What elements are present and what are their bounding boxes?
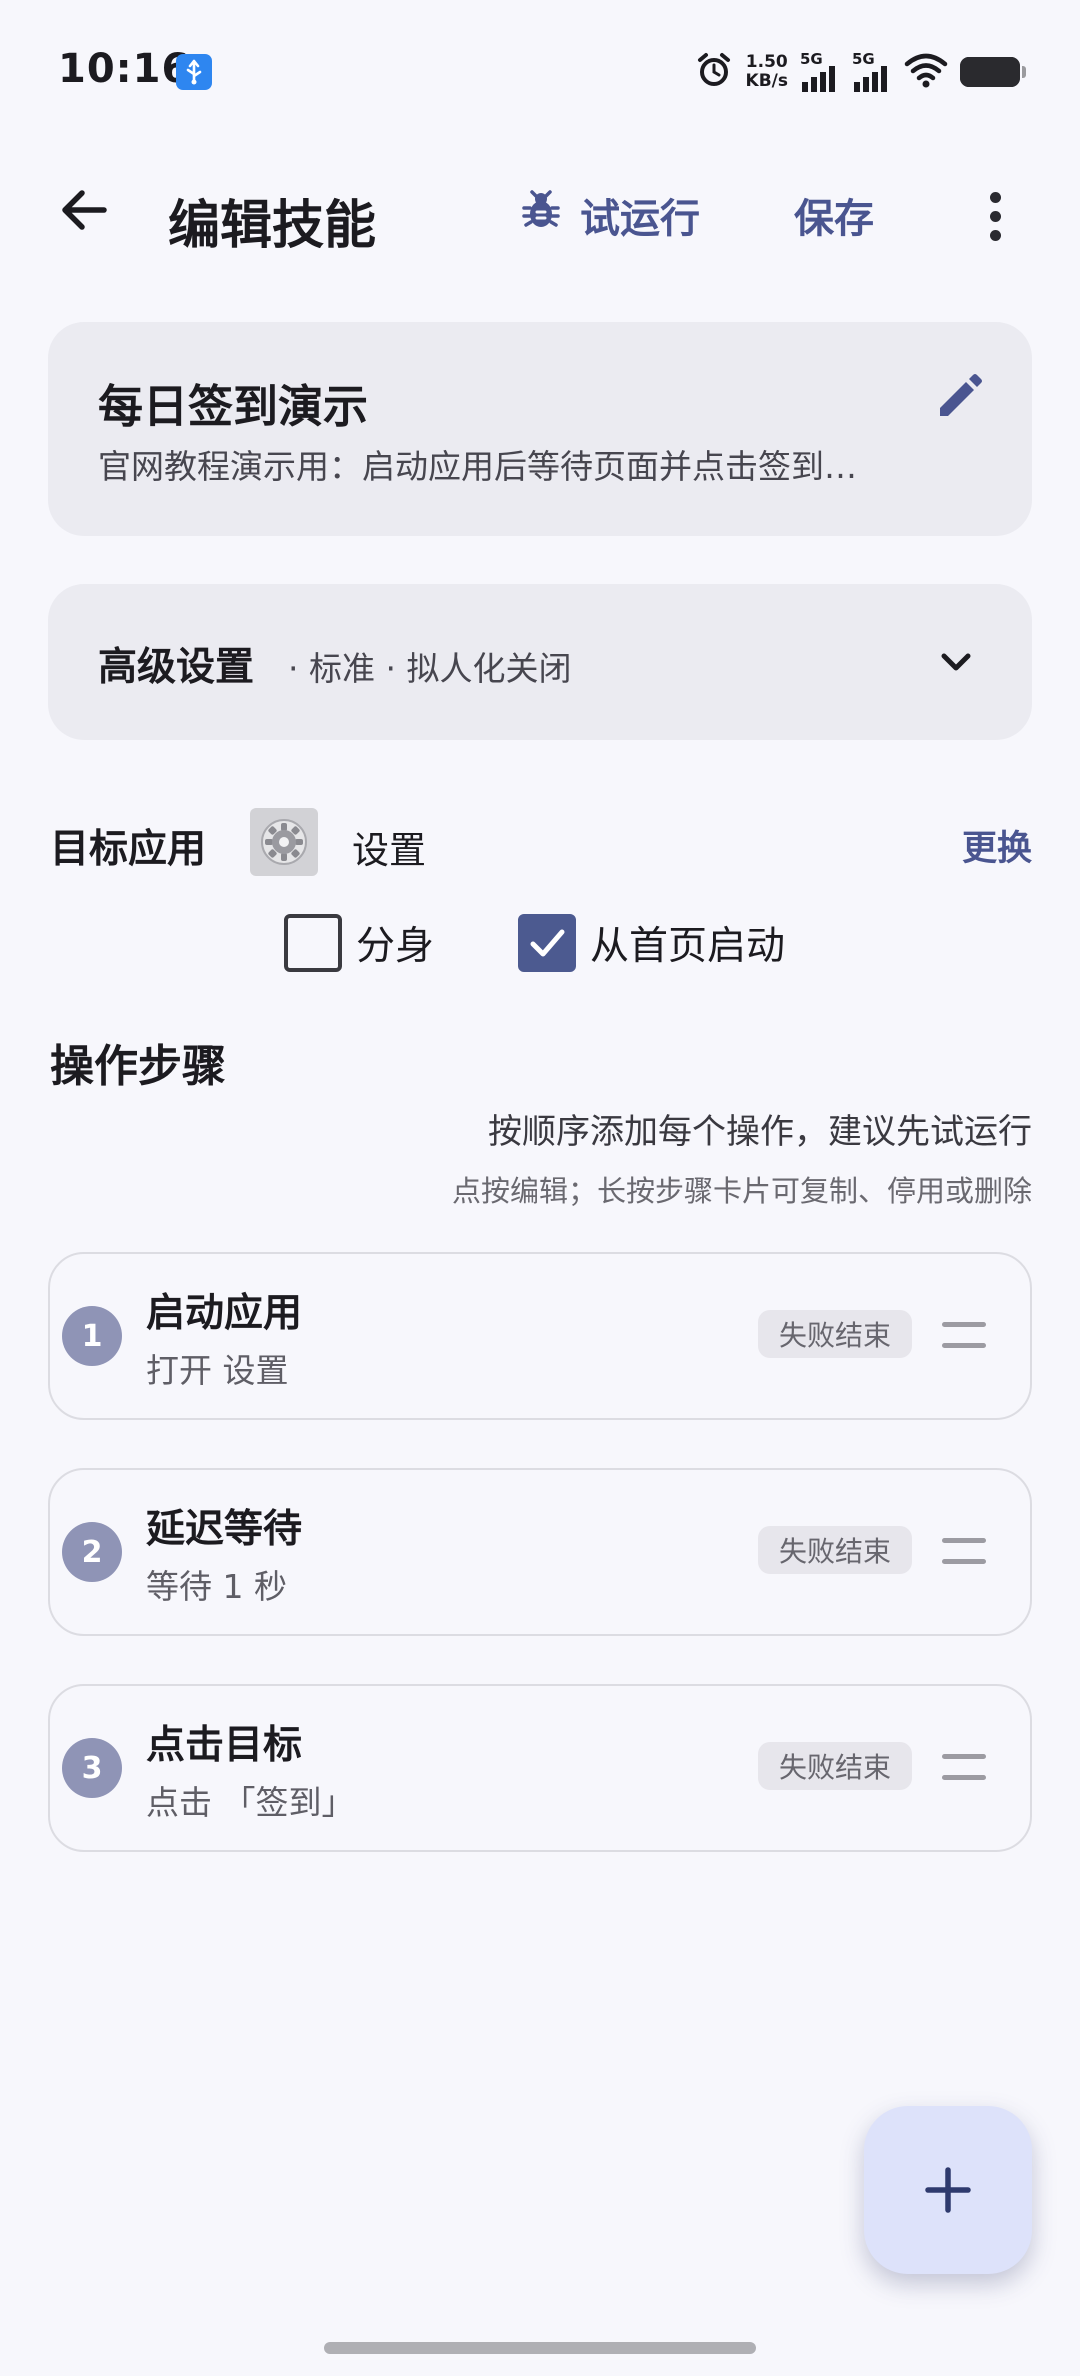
settings-app-icon <box>250 808 318 876</box>
step-card[interactable]: 3 点击目标 点击 「签到」 失败结束 <box>48 1684 1032 1852</box>
network-speed: 1.50 KB/s <box>746 53 788 91</box>
trial-run-button[interactable]: 试运行 <box>520 180 700 250</box>
clone-checkbox[interactable]: 分身 <box>284 914 434 972</box>
checkbox-unchecked-icon[interactable] <box>284 914 342 972</box>
sim2-label: 5G <box>852 50 875 68</box>
steps-hint-primary: 按顺序添加每个操作，建议先试运行 <box>488 1112 1032 1152</box>
skill-name: 每日签到演示 <box>98 380 369 433</box>
step-number-badge: 3 <box>62 1738 122 1798</box>
skill-info-card[interactable]: 每日签到演示 官网教程演示用：启动应用后等待页面并点击签到… <box>48 322 1032 536</box>
add-step-button[interactable] <box>864 2106 1032 2274</box>
page-title: 编辑技能 <box>168 196 377 256</box>
failure-policy-badge: 失败结束 <box>758 1742 912 1790</box>
steps-section-title: 操作步骤 <box>50 1041 226 1092</box>
edit-icon[interactable] <box>932 372 984 424</box>
step-number-badge: 1 <box>62 1306 122 1366</box>
more-options-button[interactable] <box>960 176 1030 256</box>
usb-icon <box>176 54 212 90</box>
advanced-settings-summary: · 标准 · 拟人化关闭 <box>288 649 572 688</box>
gear-icon <box>261 819 307 865</box>
failure-policy-badge: 失败结束 <box>758 1526 912 1574</box>
drag-handle-icon[interactable] <box>942 1322 986 1348</box>
advanced-settings-card[interactable]: 高级设置 · 标准 · 拟人化关闭 <box>48 584 1032 740</box>
checkbox-checked-icon[interactable] <box>518 914 576 972</box>
failure-policy-badge: 失败结束 <box>758 1310 912 1358</box>
step-title: 延迟等待 <box>146 1507 303 1552</box>
step-number-badge: 2 <box>62 1522 122 1582</box>
steps-hint-secondary: 点按编辑；长按步骤卡片可复制、停用或删除 <box>451 1174 1032 1208</box>
step-title: 点击目标 <box>146 1723 303 1768</box>
trial-run-label: 试运行 <box>580 196 700 242</box>
plus-icon <box>925 2167 971 2213</box>
step-card[interactable]: 2 延迟等待 等待 1 秒 失败结束 <box>48 1468 1032 1636</box>
target-app-label: 目标应用 <box>50 827 207 872</box>
speed-value: 1.50 <box>745 52 788 72</box>
sim1-label: 5G <box>800 50 823 68</box>
drag-handle-icon[interactable] <box>942 1754 986 1780</box>
step-description: 打开 设置 <box>146 1351 289 1390</box>
change-app-button[interactable]: 更换 <box>962 820 1032 871</box>
skill-description: 官网教程演示用：启动应用后等待页面并点击签到… <box>98 447 857 486</box>
launch-from-home-label: 从首页启动 <box>590 924 786 969</box>
wifi-icon <box>904 52 948 92</box>
status-icons: 1.50 KB/s 5G 5G <box>694 50 1026 94</box>
speed-unit: KB/s <box>745 71 788 91</box>
arrow-back-icon <box>62 190 107 230</box>
save-button[interactable]: 保存 <box>794 180 874 250</box>
back-button[interactable] <box>44 170 124 250</box>
chevron-down-icon[interactable] <box>930 636 982 688</box>
signal-icon <box>854 66 887 92</box>
alarm-icon <box>694 50 734 94</box>
step-description: 点击 「签到」 <box>146 1783 355 1822</box>
home-indicator[interactable] <box>324 2342 756 2354</box>
drag-handle-icon[interactable] <box>942 1538 986 1564</box>
more-vert-icon <box>989 191 1001 203</box>
step-description: 等待 1 秒 <box>146 1567 287 1606</box>
step-title: 启动应用 <box>146 1291 303 1336</box>
step-card[interactable]: 1 启动应用 打开 设置 失败结束 <box>48 1252 1032 1420</box>
signal-icon <box>802 66 835 92</box>
advanced-settings-title: 高级设置 <box>98 645 255 690</box>
sim2-signal: 5G <box>852 52 892 92</box>
status-time: 10:16 <box>58 46 191 92</box>
clone-label: 分身 <box>356 924 435 969</box>
sim1-signal: 5G <box>800 52 840 92</box>
status-bar: 10:16 1.50 KB/s 5G 5G <box>0 0 1080 140</box>
battery-icon <box>960 57 1026 87</box>
launch-from-home-checkbox[interactable]: 从首页启动 <box>518 914 785 972</box>
bug-icon <box>520 188 562 242</box>
target-app-name: 设置 <box>352 829 426 872</box>
